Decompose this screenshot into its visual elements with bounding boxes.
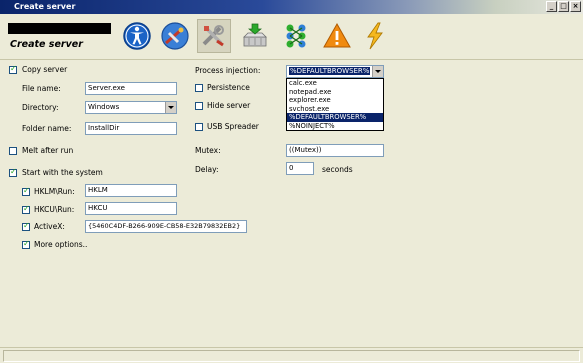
mutex-input[interactable]: ((Mutex)) — [286, 144, 384, 157]
lightning-icon — [367, 22, 383, 50]
process-injection-value: %DEFAULTBROWSER% — [289, 67, 371, 75]
hkcu-label: HKCU\Run: — [34, 205, 75, 214]
maximize-button[interactable]: □ — [558, 1, 569, 12]
hide-server-checkbox[interactable] — [195, 102, 203, 110]
hkcu-checkbox[interactable] — [22, 204, 30, 214]
title-bar[interactable]: Create server _ □ × — [0, 0, 583, 14]
startup-label: Start with the system — [22, 168, 103, 177]
toolbar-button-download[interactable] — [238, 19, 272, 53]
download-icon — [243, 23, 267, 47]
dropdown-option-defaultbrowser[interactable]: %DEFAULTBROWSER% — [287, 113, 383, 122]
hkcu-input[interactable]: HKCU — [85, 202, 177, 215]
app-title: Create server — [10, 39, 83, 50]
dropdown-option-calc[interactable]: calc.exe — [287, 79, 383, 88]
dropdown-option-noinject[interactable]: %NOINJECT% — [287, 122, 383, 131]
folder-name-label: Folder name: — [22, 124, 72, 133]
delay-input[interactable]: 0 — [286, 162, 314, 175]
toolbar-button-lightning[interactable] — [358, 19, 392, 53]
directory-value: Windows — [88, 103, 120, 111]
dropdown-option-svchost[interactable]: svchost.exe — [287, 105, 383, 114]
mutex-label: Mutex: — [195, 146, 221, 155]
activex-checkbox[interactable] — [22, 221, 30, 231]
dropdown-option-notepad[interactable]: notepad.exe — [287, 88, 383, 97]
toolbar-button-warning[interactable] — [320, 19, 354, 53]
window-title: Create server — [14, 2, 76, 11]
toolbar-button-satellite[interactable] — [158, 19, 192, 53]
satellite-icon — [161, 22, 189, 50]
toolbar-button-tools[interactable] — [197, 19, 231, 53]
header: Create server — [0, 14, 583, 60]
copy-server-label: Copy server — [22, 65, 68, 74]
delay-label: Delay: — [195, 165, 219, 174]
hklm-label: HKLM\Run: — [34, 187, 75, 196]
chevron-down-icon[interactable] — [165, 102, 176, 113]
copy-server-checkbox[interactable] — [9, 64, 17, 74]
melt-label: Melt after run — [22, 146, 74, 155]
accessibility-icon — [123, 22, 151, 50]
persistence-label: Persistence — [207, 83, 250, 92]
folder-name-input[interactable]: InstallDir — [85, 122, 177, 135]
process-injection-label: Process injection: — [195, 66, 261, 75]
close-button[interactable]: × — [570, 1, 581, 12]
hklm-input[interactable]: HKLM — [85, 184, 177, 197]
status-bar — [0, 347, 583, 363]
create-server-window: Create server _ □ × Create server ✓ Copy… — [0, 0, 583, 363]
window-controls: _ □ × — [546, 1, 581, 12]
usb-spreader-checkbox[interactable] — [195, 123, 203, 131]
status-pane — [3, 350, 580, 362]
puzzle-icon — [286, 24, 306, 48]
file-name-input[interactable]: Server.exe — [85, 82, 177, 95]
tools-icon — [202, 25, 224, 47]
toolbar-button-puzzle[interactable] — [279, 19, 313, 53]
melt-checkbox[interactable] — [9, 147, 17, 155]
more-options-label: More options.. — [34, 240, 88, 249]
directory-select[interactable]: Windows — [85, 101, 177, 114]
more-options-checkbox[interactable] — [22, 239, 30, 249]
process-injection-dropdown: calc.exe notepad.exe explorer.exe svchos… — [286, 78, 384, 131]
activex-input[interactable]: {5460C4DF-B266-909E-CB58-E32B79832EB2} — [85, 220, 247, 233]
process-injection-select[interactable]: %DEFAULTBROWSER% — [286, 65, 384, 78]
hklm-checkbox[interactable] — [22, 186, 30, 196]
minimize-button[interactable]: _ — [546, 1, 557, 12]
startup-checkbox[interactable] — [9, 167, 17, 177]
usb-spreader-label: USB Spreader — [207, 122, 259, 131]
delay-unit-label: seconds — [322, 165, 353, 174]
warning-icon — [323, 22, 351, 48]
persistence-checkbox[interactable] — [195, 84, 203, 92]
hide-server-label: Hide server — [207, 101, 251, 110]
activex-label: ActiveX: — [34, 222, 65, 231]
directory-label: Directory: — [22, 103, 59, 112]
file-name-label: File name: — [22, 84, 61, 93]
header-banner — [8, 23, 111, 34]
chevron-down-icon[interactable] — [372, 66, 383, 77]
toolbar-button-accessibility[interactable] — [120, 19, 154, 53]
dropdown-option-explorer[interactable]: explorer.exe — [287, 96, 383, 105]
